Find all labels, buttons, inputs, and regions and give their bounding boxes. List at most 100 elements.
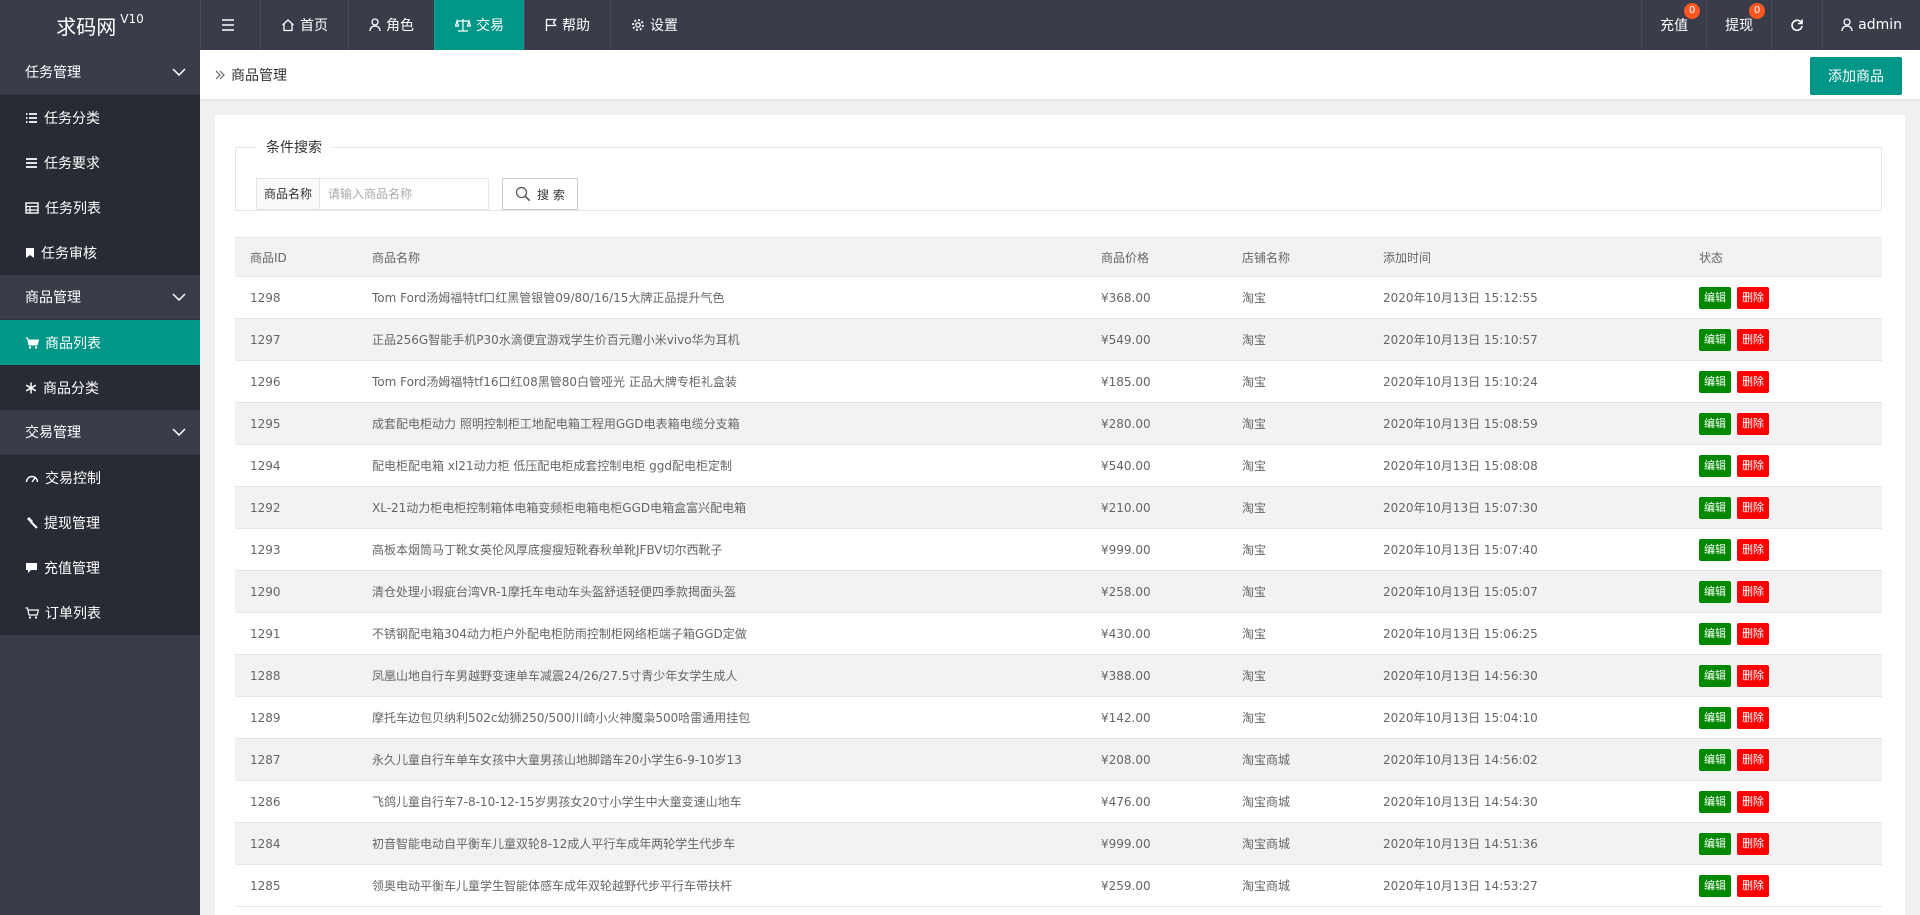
search-legend: 条件搜索 bbox=[266, 140, 322, 156]
cell-name: 不锈钢配电箱304动力柜户外配电柜防雨控制柜网络柜端子箱GGD定做 bbox=[357, 612, 1086, 655]
col-header-shop: 店铺名称 bbox=[1227, 237, 1368, 277]
cell-shop: 淘宝 bbox=[1227, 654, 1368, 697]
delete-button[interactable]: 删除 bbox=[1737, 580, 1769, 603]
edit-button[interactable]: 编辑 bbox=[1699, 286, 1731, 309]
user-icon bbox=[369, 18, 381, 32]
nav-trade[interactable]: 交易 bbox=[434, 0, 524, 50]
delete-button[interactable]: 删除 bbox=[1737, 748, 1769, 771]
gear-icon bbox=[632, 19, 644, 31]
delete-button[interactable]: 删除 bbox=[1737, 832, 1769, 855]
cell-id: 1284 bbox=[235, 822, 357, 865]
sidebar-item-withdraw-manage[interactable]: 提现管理 bbox=[0, 500, 200, 545]
sidebar-group-label: 商品管理 bbox=[25, 290, 81, 306]
cell-shop: 淘宝 bbox=[1227, 486, 1368, 529]
edit-button[interactable]: 编辑 bbox=[1699, 832, 1731, 855]
edit-button[interactable]: 编辑 bbox=[1699, 748, 1731, 771]
cell-actions: 编辑 删除 bbox=[1684, 696, 1882, 739]
cell-name: 正品256G智能手机P30水滴便宜游戏学生价百元赠小米vivo华为耳机 bbox=[357, 318, 1086, 361]
search-fieldset: 条件搜索 商品名称 搜 索 bbox=[235, 137, 1882, 211]
top-nav: 首页 角色 交易 帮助 设置 bbox=[200, 0, 698, 50]
cell-time: 2020年10月13日 14:54:30 bbox=[1368, 780, 1684, 823]
edit-button[interactable]: 编辑 bbox=[1699, 538, 1731, 561]
nav-role-label: 角色 bbox=[386, 18, 414, 34]
sidebar-item-goods-list[interactable]: 商品列表 bbox=[0, 320, 200, 365]
sidebar-item-task-category[interactable]: 任务分类 bbox=[0, 95, 200, 140]
delete-button[interactable]: 删除 bbox=[1737, 706, 1769, 729]
edit-button[interactable]: 编辑 bbox=[1699, 664, 1731, 687]
user-name: admin bbox=[1858, 17, 1902, 33]
sidebar: 任务管理 任务分类 任务要求 任务列表 任务审核 商品管理 商品列表 商品分类 … bbox=[0, 50, 200, 915]
table-row: 1294 配电柜配电箱 xl21动力柜 低压配电柜成套控制电柜 ggd配电柜定制 ¥… bbox=[235, 444, 1882, 487]
cell-id: 1288 bbox=[235, 654, 357, 697]
edit-button[interactable]: 编辑 bbox=[1699, 622, 1731, 645]
delete-button[interactable]: 删除 bbox=[1737, 790, 1769, 813]
chevron-down-icon bbox=[172, 293, 186, 301]
nav-help[interactable]: 帮助 bbox=[524, 0, 610, 50]
main-panel: 条件搜索 商品名称 搜 索 商品ID 商品名称 商品价格 店铺名称 添加时间 状… bbox=[215, 115, 1905, 915]
cell-id: 1294 bbox=[235, 444, 357, 487]
sidebar-item-order-list[interactable]: 订单列表 bbox=[0, 590, 200, 635]
cell-time: 2020年10月13日 14:51:36 bbox=[1368, 822, 1684, 865]
sidebar-item-label: 交易控制 bbox=[45, 470, 101, 487]
delete-button[interactable]: 删除 bbox=[1737, 412, 1769, 435]
search-input[interactable] bbox=[319, 178, 490, 210]
col-header-name: 商品名称 bbox=[357, 237, 1086, 277]
delete-button[interactable]: 删除 bbox=[1737, 664, 1769, 687]
sidebar-group-goods[interactable]: 商品管理 bbox=[0, 275, 200, 320]
sidebar-item-label: 任务审核 bbox=[41, 245, 97, 262]
sidebar-item-task-review[interactable]: 任务审核 bbox=[0, 230, 200, 275]
cell-price: ¥259.00 bbox=[1086, 864, 1227, 907]
sidebar-item-recharge-manage[interactable]: 充值管理 bbox=[0, 545, 200, 590]
edit-button[interactable]: 编辑 bbox=[1699, 496, 1731, 519]
edit-button[interactable]: 编辑 bbox=[1699, 874, 1731, 897]
edit-button[interactable]: 编辑 bbox=[1699, 580, 1731, 603]
delete-button[interactable]: 删除 bbox=[1737, 622, 1769, 645]
refresh-button[interactable] bbox=[1771, 0, 1822, 50]
search-button[interactable]: 搜 索 bbox=[502, 178, 578, 210]
withdraw-link[interactable]: 提现 0 bbox=[1706, 0, 1771, 50]
sidebar-item-task-list[interactable]: 任务列表 bbox=[0, 185, 200, 230]
table-row: 1292 XL-21动力柜电柜控制箱体电箱变频柜电箱电柜GGD电箱盒富兴配电箱 ¥2… bbox=[235, 486, 1882, 529]
edit-button[interactable]: 编辑 bbox=[1699, 370, 1731, 393]
cell-time: 2020年10月13日 15:10:57 bbox=[1368, 318, 1684, 361]
nav-home[interactable]: 首页 bbox=[260, 0, 348, 50]
refresh-icon bbox=[1791, 19, 1803, 32]
chat-icon bbox=[26, 562, 37, 573]
top-bar: 求码网 V10 首页 角色 交易 帮助 设置 充值 0 提现 0 admin bbox=[0, 0, 1920, 50]
sidebar-group-trade[interactable]: 交易管理 bbox=[0, 410, 200, 455]
col-header-status: 状态 bbox=[1684, 237, 1882, 277]
nav-help-label: 帮助 bbox=[562, 18, 590, 34]
chevron-down-icon bbox=[172, 68, 186, 76]
nav-role[interactable]: 角色 bbox=[348, 0, 434, 50]
cell-name: 飞鸽儿童自行车7-8-10-12-15岁男孩女20寸小学生中大童变速山地车 bbox=[357, 780, 1086, 823]
sidebar-item-label: 任务要求 bbox=[44, 155, 100, 172]
table-icon bbox=[25, 201, 39, 214]
sidebar-item-trade-control[interactable]: 交易控制 bbox=[0, 455, 200, 500]
edit-button[interactable]: 编辑 bbox=[1699, 790, 1731, 813]
delete-button[interactable]: 删除 bbox=[1737, 538, 1769, 561]
menu-toggle-button[interactable] bbox=[200, 0, 260, 50]
delete-button[interactable]: 删除 bbox=[1737, 496, 1769, 519]
nav-settings[interactable]: 设置 bbox=[610, 0, 698, 50]
sidebar-group-task[interactable]: 任务管理 bbox=[0, 50, 200, 95]
table-row: 1288 凤凰山地自行车男越野变速单车减震24/26/27.5寸青少年女学生成人 ¥… bbox=[235, 654, 1882, 697]
delete-button[interactable]: 删除 bbox=[1737, 328, 1769, 351]
sidebar-item-goods-category[interactable]: 商品分类 bbox=[0, 365, 200, 410]
edit-button[interactable]: 编辑 bbox=[1699, 412, 1731, 435]
edit-button[interactable]: 编辑 bbox=[1699, 328, 1731, 351]
delete-button[interactable]: 删除 bbox=[1737, 874, 1769, 897]
edit-button[interactable]: 编辑 bbox=[1699, 454, 1731, 477]
cell-id: 1285 bbox=[235, 864, 357, 907]
edit-button[interactable]: 编辑 bbox=[1699, 706, 1731, 729]
cart-outline-icon bbox=[25, 606, 39, 619]
delete-button[interactable]: 删除 bbox=[1737, 454, 1769, 477]
delete-button[interactable]: 删除 bbox=[1737, 370, 1769, 393]
add-goods-button[interactable]: 添加商品 bbox=[1810, 57, 1902, 95]
cell-actions: 编辑 删除 bbox=[1684, 612, 1882, 655]
sidebar-item-task-requirement[interactable]: 任务要求 bbox=[0, 140, 200, 185]
logo[interactable]: 求码网 V10 bbox=[0, 0, 200, 50]
user-menu[interactable]: admin bbox=[1822, 0, 1920, 50]
delete-button[interactable]: 删除 bbox=[1737, 286, 1769, 309]
recharge-link[interactable]: 充值 0 bbox=[1641, 0, 1706, 50]
cell-name: 摩托车边包贝纳利502c幼狮250/500川崎小火神魔枭500哈雷通用挂包 bbox=[357, 696, 1086, 739]
